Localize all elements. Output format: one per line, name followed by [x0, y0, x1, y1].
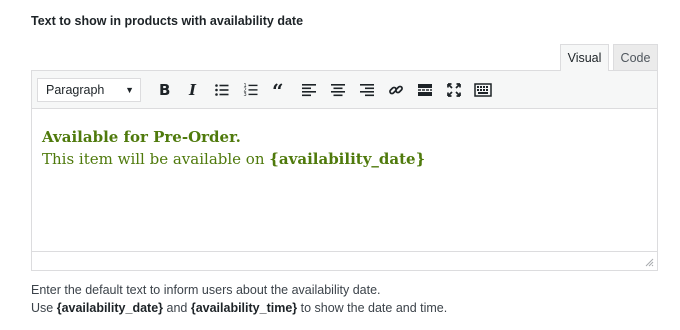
fullscreen-button[interactable]	[439, 76, 468, 104]
field-description: Enter the default text to inform users a…	[31, 281, 447, 317]
bold-icon: B	[159, 82, 170, 98]
editor-tabs: Visual Code	[560, 44, 658, 71]
numbered-list-button[interactable]: 1 2 3	[236, 76, 265, 104]
blockquote-button[interactable]: “	[265, 76, 294, 104]
svg-text:“: “	[272, 82, 284, 98]
tab-code[interactable]: Code	[613, 44, 658, 70]
rich-text-editor: Paragraph ▼ B I 1 2 3 “ Available for Pr…	[31, 70, 658, 271]
content-token: {availability_date}	[269, 150, 426, 168]
link-button[interactable]	[381, 76, 410, 104]
editor-content[interactable]: Available for Pre-Order. This item will …	[32, 109, 657, 251]
resize-handle-icon[interactable]	[645, 258, 654, 267]
link-icon	[388, 85, 403, 94]
align-right-icon	[359, 83, 374, 96]
toolbar-toggle-icon	[473, 82, 492, 97]
read-more-button[interactable]	[410, 76, 439, 104]
tab-visual[interactable]: Visual	[560, 44, 609, 71]
field-label: Text to show in products with availabili…	[31, 14, 304, 28]
blockquote-icon: “	[272, 82, 284, 98]
content-heading: Available for Pre-Order.	[42, 128, 241, 146]
description-line1: Enter the default text to inform users a…	[31, 283, 381, 297]
numbered-list-icon: 1 2 3	[243, 83, 257, 98]
description-token-date: {availability_date}	[56, 301, 164, 315]
italic-icon: I	[188, 82, 197, 98]
description-text: to show the date and time.	[297, 301, 448, 315]
align-right-button[interactable]	[352, 76, 381, 104]
bulleted-list-icon	[214, 83, 228, 96]
read-more-icon	[417, 83, 432, 96]
content-text: This item will be available on	[42, 150, 270, 168]
bold-button[interactable]: B	[149, 76, 178, 104]
toolbar-toggle-button[interactable]	[468, 76, 497, 104]
description-text: Use	[31, 301, 57, 315]
format-select[interactable]: Paragraph ▼	[37, 77, 141, 102]
description-line2: Use {availability_date} and {availabilit…	[31, 299, 447, 317]
content-paragraph: This item will be available on {availabi…	[42, 148, 647, 170]
bulleted-list-button[interactable]	[207, 76, 236, 104]
align-left-icon	[301, 83, 316, 96]
description-text: and	[163, 301, 191, 315]
fullscreen-icon	[446, 82, 461, 97]
format-select-value: Paragraph	[46, 82, 105, 97]
description-token-time: {availability_time}	[190, 301, 298, 315]
align-center-button[interactable]	[323, 76, 352, 104]
align-left-button[interactable]	[294, 76, 323, 104]
svg-text:3: 3	[243, 92, 246, 98]
chevron-down-icon: ▼	[125, 84, 134, 95]
svg-text:B: B	[159, 82, 170, 98]
italic-button[interactable]: I	[178, 76, 207, 104]
svg-text:I: I	[188, 82, 197, 98]
align-center-icon	[330, 83, 345, 96]
editor-toolbar: Paragraph ▼ B I 1 2 3 “	[32, 71, 657, 109]
editor-statusbar	[32, 251, 657, 270]
